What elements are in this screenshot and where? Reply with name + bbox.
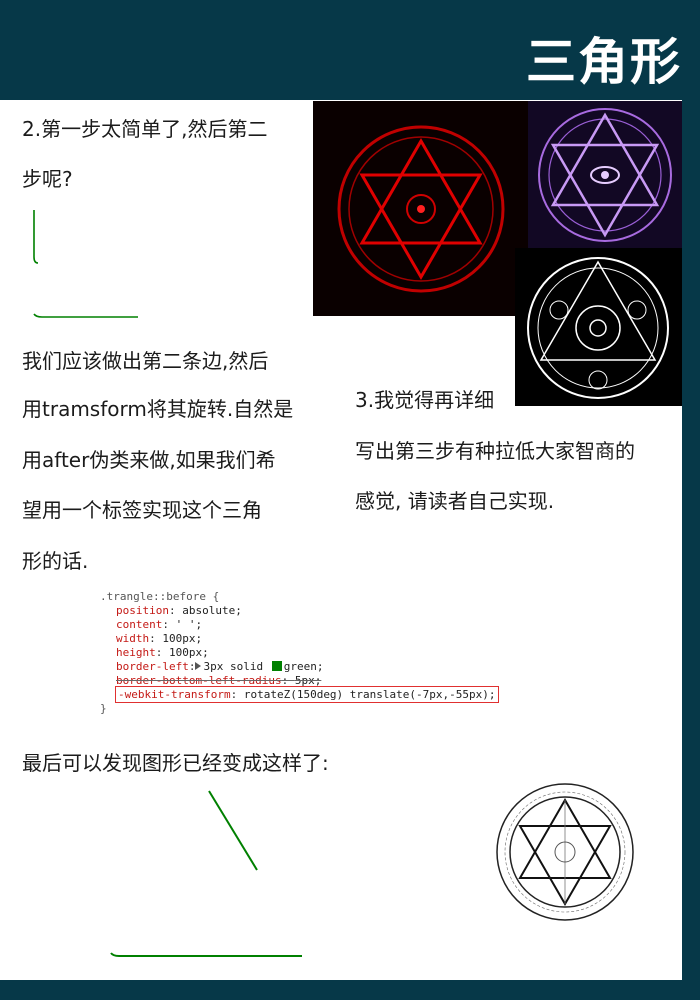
code-value: 100px; [169, 646, 209, 659]
section3-line3: 感觉, 请读者自己实现. [355, 489, 555, 513]
red-hexagram-circle-image [313, 101, 529, 316]
purple-hexagram-circle-image [528, 101, 682, 249]
code-value: green; [283, 660, 324, 673]
code-value: ' '; [175, 618, 203, 631]
code-value: absolute; [182, 604, 242, 617]
explanation-line: 形的话. [22, 549, 89, 573]
highlighted-transform-line: -webkit-transform: rotateZ(150deg) trans… [115, 686, 499, 703]
code-value: rotateZ(150deg) translate(-7px,-55px); [243, 688, 496, 701]
code-prop: border-left [116, 660, 189, 673]
code-line: border-bottom-left-radius: 5px; [116, 674, 322, 687]
section2-heading-line2: 步呢? [22, 167, 73, 191]
code-value: 100px; [162, 632, 203, 645]
code-line: content: ' '; [116, 618, 203, 631]
code-line: height: 100px; [116, 646, 209, 659]
explanation-line: 望用一个标签实现这个三角 [22, 498, 262, 522]
code-line: position: absolute; [116, 604, 242, 617]
code-selector: .trangle::before { [100, 590, 220, 603]
green-color-swatch[interactable] [271, 661, 282, 671]
demo-shape-rotated-edges [110, 790, 302, 957]
code-prop: height [116, 646, 156, 659]
code-line: -webkit-transform: rotateZ(150deg) trans… [100, 686, 499, 703]
expand-triangle-icon[interactable] [195, 662, 202, 670]
explanation-line: 用after伪类来做,如果我们希 [22, 448, 276, 472]
css-code-snippet: .trangle::before { position: absolute; c… [100, 590, 499, 716]
code-value: 3px solid [203, 660, 264, 673]
code-prop: border-bottom-left-radius [116, 674, 282, 687]
code-prop: content [116, 618, 163, 631]
bw-hexagram-circle-image [496, 783, 634, 921]
code-line: border-left: 3px solid green; [116, 660, 324, 673]
code-prop: position [116, 604, 169, 617]
page-title: 三角形 [526, 33, 682, 91]
conclusion-text: 最后可以发现图形已经变成这样了: [22, 751, 329, 775]
explanation-line: 我们应该做出第二条边,然后 [22, 349, 269, 373]
code-line: width: 100px; [116, 632, 203, 645]
section3-heading: 3.我觉得再详细 [355, 388, 495, 412]
section2-heading-line1: 2.第一步太简单了,然后第二 [22, 117, 268, 141]
demo-shape-two-edges [33, 210, 138, 318]
code-closing-brace: } [100, 702, 107, 715]
code-value: 5px; [294, 674, 322, 687]
section3-line2: 写出第三步有种拉低大家智商的 [355, 439, 635, 463]
code-prop: width [116, 632, 150, 645]
explanation-line: 用tramsform将其旋转.自然是 [22, 397, 294, 421]
white-alchemy-circle-image [515, 248, 682, 406]
code-prop: -webkit-transform [118, 688, 231, 701]
